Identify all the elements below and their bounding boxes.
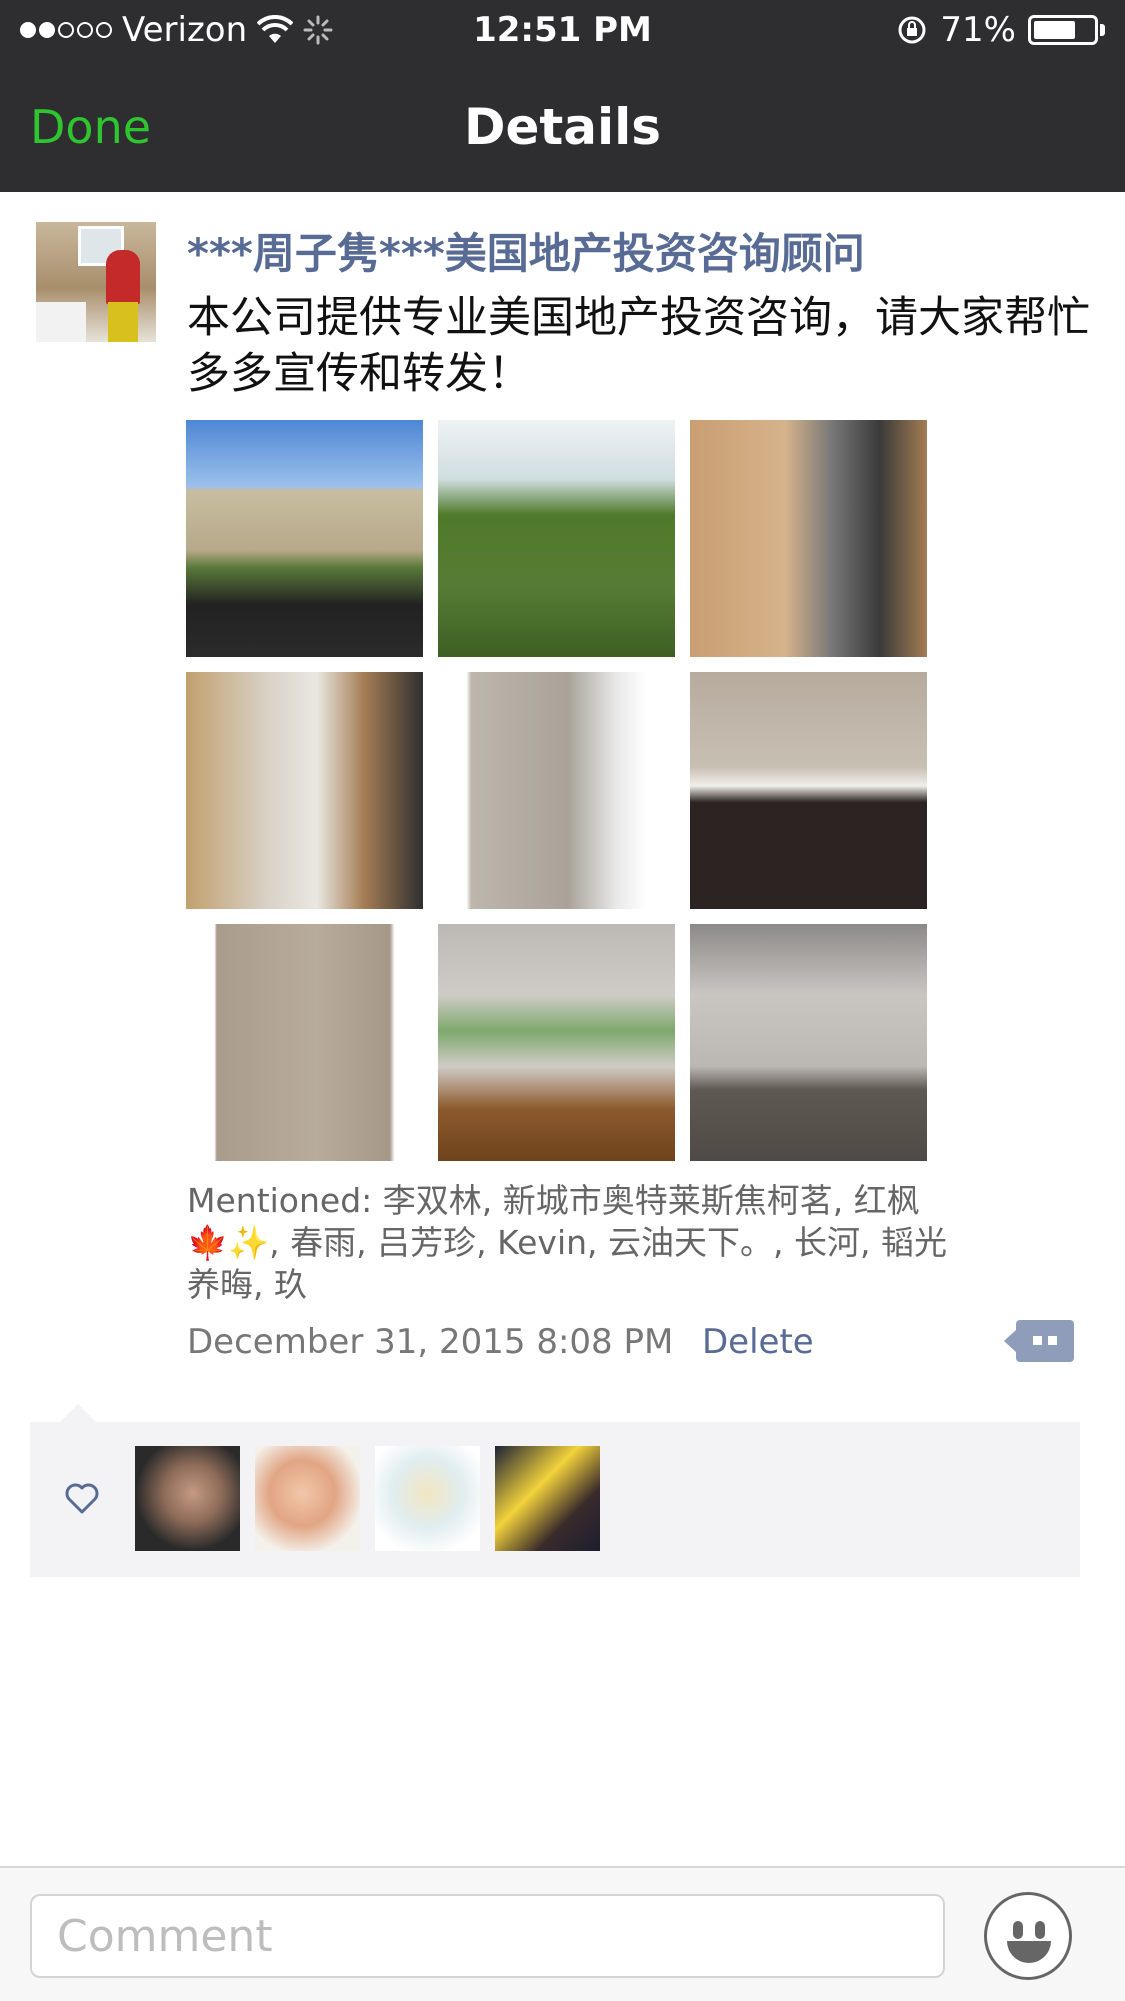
rotation-lock-icon [898, 16, 926, 44]
status-bar: Verizon 12:51 PM 71% [0, 0, 1125, 62]
avatar-tub [36, 302, 86, 342]
emoji-eye [1013, 1921, 1023, 1939]
post-timestamp: December 31, 2015 8:08 PM [187, 1322, 674, 1362]
nav-bar: Done Details [0, 62, 1125, 192]
author-avatar[interactable] [36, 222, 156, 342]
avatar-legs [108, 302, 138, 342]
heart-icon [65, 1483, 99, 1514]
status-right: 71% [896, 10, 1105, 50]
photo-kitchen[interactable] [690, 420, 927, 657]
liker-avatar[interactable] [135, 1446, 240, 1551]
liker-avatar[interactable] [495, 1446, 600, 1551]
author-name[interactable]: ***周子隽***美国地产投资咨询顾问 [187, 220, 865, 281]
liker-avatar[interactable] [255, 1446, 360, 1551]
battery-fill [1034, 21, 1076, 39]
mentioned-list: Mentioned: 李双林, 新城市奥特莱斯焦柯茗, 红枫🍁✨, 春雨, 吕芳… [187, 1181, 947, 1304]
photo-bathroom-toilet[interactable] [438, 672, 675, 909]
emoji-icon[interactable] [984, 1892, 1072, 1980]
photo-backyard[interactable] [438, 420, 675, 657]
comment-dot [1048, 1336, 1057, 1345]
photo-kitchen-wide[interactable] [186, 672, 423, 909]
header: Verizon 12:51 PM 71% Done Details [0, 0, 1125, 192]
likes-panel [30, 1422, 1080, 1577]
page-title: Details [463, 98, 662, 156]
comment-bar [0, 1866, 1125, 2001]
delete-button[interactable]: Delete [702, 1322, 814, 1362]
photo-grid [186, 420, 928, 1161]
comment-input[interactable] [30, 1894, 945, 1978]
emoji-mouth [1007, 1941, 1051, 1963]
liker-avatar[interactable] [375, 1446, 480, 1551]
battery-tip [1100, 24, 1105, 36]
photo-house-exterior[interactable] [186, 420, 423, 657]
photo-basement[interactable] [690, 924, 927, 1161]
emoji-eye [1035, 1921, 1045, 1939]
likes-caret [60, 1404, 96, 1422]
post-text: 本公司提供专业美国地产投资咨询，请大家帮忙多多宣传和转发！ [187, 293, 1090, 399]
battery-percent: 71% [940, 10, 1016, 50]
comment-bubble-icon[interactable] [1004, 1320, 1074, 1362]
comment-dot [1033, 1336, 1042, 1345]
avatar-person [106, 250, 140, 304]
photo-shower[interactable] [186, 924, 423, 1161]
battery-icon [1028, 15, 1098, 45]
photo-bathroom-vanity[interactable] [690, 672, 927, 909]
photo-bedroom[interactable] [438, 924, 675, 1161]
